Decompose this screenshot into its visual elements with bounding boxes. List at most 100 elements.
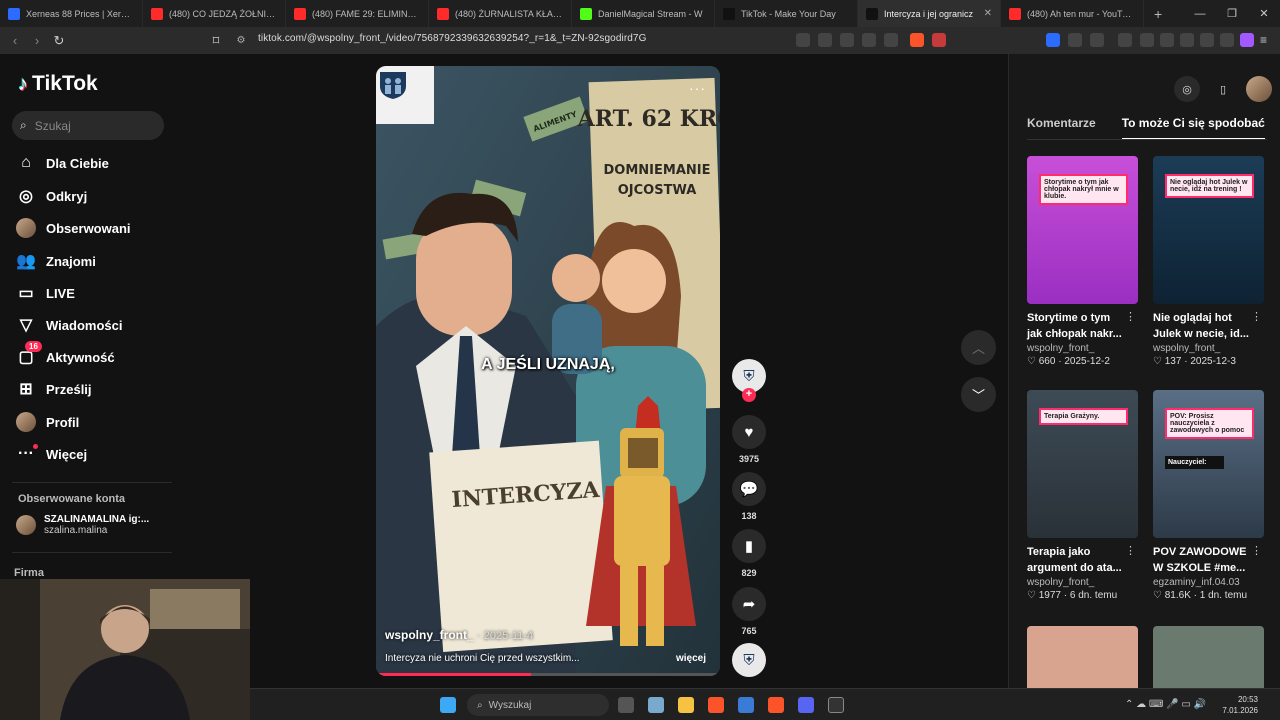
extension-icon[interactable]: [1046, 33, 1060, 47]
card-more-icon[interactable]: ⋮: [1251, 310, 1262, 323]
menu-icon[interactable]: ≡: [1260, 33, 1274, 47]
sidebar-icon[interactable]: [1160, 33, 1174, 47]
search-input[interactable]: [34, 118, 145, 133]
browser-tab[interactable]: TikTok - Make Your Day: [715, 0, 858, 27]
video-thumbnail[interactable]: Terapia Grażyny.: [1027, 390, 1138, 538]
brave-icon[interactable]: [708, 697, 724, 713]
sidebar-item-3[interactable]: Obserwowani: [16, 214, 131, 242]
like-button[interactable]: ♥ 3975: [732, 415, 766, 464]
save-button[interactable]: ▮ 829: [732, 529, 766, 578]
more-options-icon[interactable]: ···: [689, 80, 706, 96]
sidebar-item-6[interactable]: ▽ Wiadomości: [16, 311, 123, 339]
sidebar-item-8[interactable]: ⊞ Prześlij: [16, 375, 91, 403]
card-author[interactable]: wspolny_front_: [1153, 343, 1264, 354]
card-more-icon[interactable]: ⋮: [1125, 310, 1136, 323]
video-progress-bar[interactable]: [376, 673, 720, 676]
sidebar-item-1[interactable]: ⌂ Dla Ciebie: [16, 149, 109, 177]
windows-start-icon[interactable]: [440, 697, 456, 713]
back-icon[interactable]: ‹: [4, 33, 26, 48]
card-more-icon[interactable]: ⋮: [1251, 544, 1262, 557]
zoom-icon[interactable]: [862, 33, 876, 47]
video-player[interactable]: ART. 62 KRO DOMNIEMANIE OJCOSTWA INTERCY…: [376, 66, 720, 676]
card-author[interactable]: wspolny_front_: [1027, 343, 1138, 354]
browser-tab[interactable]: Intercyza i jej ogranicz ✕: [858, 0, 1001, 27]
obs-icon[interactable]: [828, 697, 844, 713]
browser-tab[interactable]: (480) ŻURNALISTA KŁAMIE NA: [429, 0, 572, 27]
extension-icon[interactable]: [796, 33, 810, 47]
recommended-video-card[interactable]: Nie oglądaj hot Julek w necie, idź na tr…: [1153, 156, 1264, 367]
tiktok-logo[interactable]: ♪ TikTok: [18, 72, 98, 96]
browser-tab[interactable]: (480) FAME 29: ELIMINATOR (: [286, 0, 429, 27]
extension-icon[interactable]: [1140, 33, 1154, 47]
card-author[interactable]: egzaminy_inf.04.03: [1153, 577, 1264, 588]
browser-tab[interactable]: (480) Ah ten mur - YouTube: [1001, 0, 1144, 27]
url-field[interactable]: tiktok.com/@wspolny_front_/video/7568792…: [258, 33, 646, 44]
store-icon[interactable]: [738, 697, 754, 713]
share-icon[interactable]: [884, 33, 898, 47]
next-video-button[interactable]: ﹀: [961, 377, 996, 412]
bookmark-icon[interactable]: ⌑: [205, 33, 227, 49]
video-thumbnail[interactable]: Nie oglądaj hot Julek w necie, idź na tr…: [1153, 156, 1264, 304]
browser-tab[interactable]: Xerneas 88 Prices | Xerneas 88: [0, 0, 143, 27]
extension-icon[interactable]: [818, 33, 832, 47]
compass-icon[interactable]: ◎: [1174, 76, 1200, 102]
leo-icon[interactable]: [1240, 33, 1254, 47]
extension-icon[interactable]: [1090, 33, 1104, 47]
previous-video-button[interactable]: ︿: [961, 330, 996, 365]
recommended-video-card[interactable]: Terapia Grażyny. Terapia jako argument do…: [1027, 390, 1138, 601]
video-author[interactable]: wspolny_front_ · 2025-11-4: [385, 628, 533, 642]
card-title[interactable]: Nie oglądaj hot Julek w necie, id...: [1153, 310, 1253, 342]
download-icon[interactable]: [1118, 33, 1132, 47]
sidebar-item-9[interactable]: Profil: [16, 408, 79, 436]
followed-account[interactable]: SZALINAMALINA ig:... szalina.malina: [16, 514, 149, 536]
search-box[interactable]: ⌕: [12, 111, 164, 140]
file-explorer-icon[interactable]: [678, 697, 694, 713]
browser-tab[interactable]: (480) CO JEDZĄ ŻOŁNIERZE NA: [143, 0, 286, 27]
copilot-icon[interactable]: [648, 697, 664, 713]
author-name[interactable]: wspolny_front_: [385, 628, 474, 642]
music-disc-button[interactable]: ⛨: [732, 643, 766, 677]
sidebar-item-2[interactable]: ◎ Odkryj: [16, 182, 87, 210]
taskbar-clock[interactable]: 20:53 7.01.2026: [1222, 694, 1258, 716]
brave-rewards-icon[interactable]: [932, 33, 946, 47]
card-author[interactable]: wspolny_front_: [1027, 577, 1138, 588]
brave-active-icon[interactable]: [768, 697, 784, 713]
forward-icon[interactable]: ›: [26, 33, 48, 48]
browser-tab[interactable]: DanielMagical Stream - W: [572, 0, 715, 27]
task-view-icon[interactable]: [618, 697, 634, 713]
vpn-icon[interactable]: [1220, 33, 1234, 47]
sidebar-item-5[interactable]: ▭ LIVE: [16, 279, 74, 307]
taskbar-search[interactable]: ⌕ Wyszukaj: [467, 694, 609, 716]
device-icon[interactable]: ▯: [1210, 76, 1236, 102]
recommended-video-card[interactable]: Storytime o tym jak chłopak nakrył mnie …: [1027, 156, 1138, 367]
new-tab-icon[interactable]: +: [1144, 6, 1172, 22]
card-title[interactable]: Terapia jako argument do ata...: [1027, 544, 1127, 576]
recommended-video-card[interactable]: POV: Prosisz nauczyciela z zawodowych o …: [1153, 390, 1264, 601]
wallet-icon[interactable]: [1180, 33, 1194, 47]
sidebar-item-4[interactable]: 👥 Znajomi: [16, 247, 96, 275]
discord-icon[interactable]: [798, 697, 814, 713]
close-tab-icon[interactable]: ✕: [984, 8, 992, 19]
minimize-icon[interactable]: —: [1184, 8, 1216, 20]
site-info-icon[interactable]: ⚙: [230, 35, 252, 46]
more-link[interactable]: więcej: [676, 653, 706, 664]
follow-plus-icon[interactable]: +: [742, 388, 756, 402]
brave-shield-icon[interactable]: [910, 33, 924, 47]
card-title[interactable]: POV ZAWODOWE W SZKOLE #me...: [1153, 544, 1253, 576]
extension-icon[interactable]: [1200, 33, 1214, 47]
sidebar-item-10[interactable]: ··· Więcej: [16, 440, 87, 468]
tab-recommended[interactable]: To może Ci się spodobać: [1121, 116, 1265, 140]
card-title[interactable]: Storytime o tym jak chłopak nakr...: [1027, 310, 1127, 342]
video-thumbnail[interactable]: Storytime o tym jak chłopak nakrył mnie …: [1027, 156, 1138, 304]
profile-avatar[interactable]: [1246, 76, 1272, 102]
video-thumbnail[interactable]: POV: Prosisz nauczyciela z zawodowych o …: [1153, 390, 1264, 538]
card-more-icon[interactable]: ⋮: [1125, 544, 1136, 557]
sidebar-item-7[interactable]: ▢ 16 Aktywność: [16, 341, 115, 371]
tray-icons[interactable]: ⌃ ☁ ⌨ 🎤 ▭ 🔊: [1125, 699, 1206, 710]
translate-icon[interactable]: [840, 33, 854, 47]
reload-icon[interactable]: ↻: [48, 33, 70, 49]
puzzle-icon[interactable]: [1068, 33, 1082, 47]
close-window-icon[interactable]: ✕: [1248, 7, 1280, 20]
share-button[interactable]: ➦ 765: [732, 587, 766, 636]
comment-button[interactable]: 💬 138: [732, 472, 766, 521]
